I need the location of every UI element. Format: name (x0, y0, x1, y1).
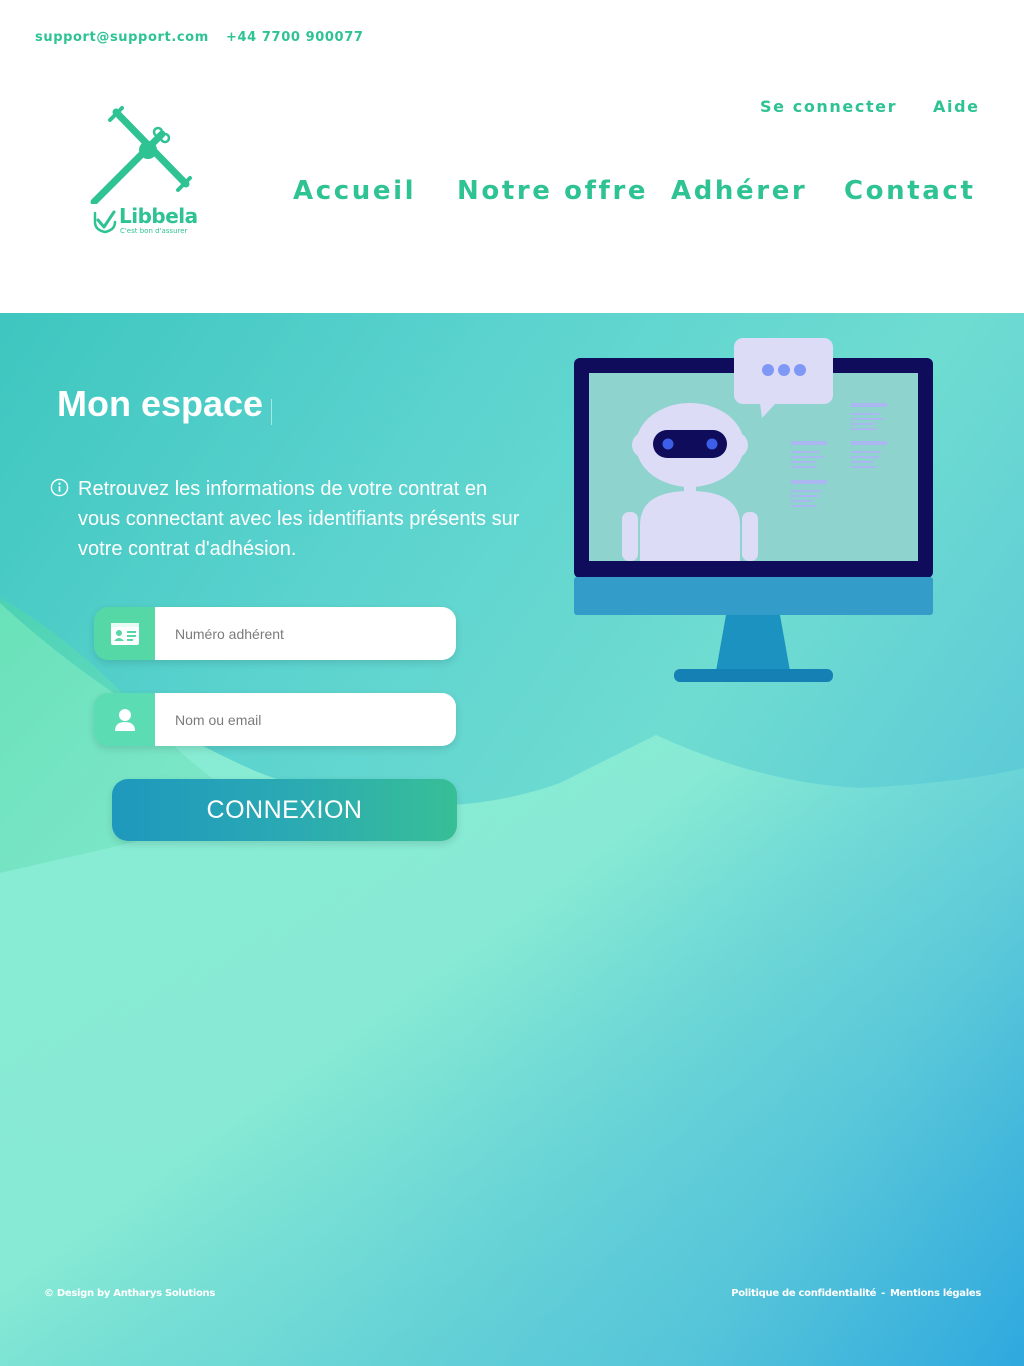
nav-item-offer[interactable]: Notre offre (457, 176, 648, 206)
brand-logo[interactable]: Libbela C'est bon d'assurer (86, 104, 198, 239)
user-icon-box (94, 693, 155, 746)
legal-notice-link[interactable]: Mentions légales (890, 1288, 981, 1299)
support-phone-link[interactable]: +44 7700 900077 (226, 30, 364, 45)
site-header: support@support.com +44 7700 900077 Libb… (0, 0, 1024, 313)
login-link[interactable]: Se connecter (760, 97, 897, 116)
name-email-input[interactable] (155, 693, 456, 746)
help-link[interactable]: Aide (933, 97, 980, 116)
member-card-icon-box (94, 607, 155, 660)
nav-item-contact[interactable]: Contact (844, 176, 975, 206)
connect-button[interactable]: CONNEXION (112, 779, 457, 841)
satellite-logo-icon (90, 106, 192, 206)
login-section: Mon espace Retrouvez les informations de… (0, 313, 1024, 1366)
footer-credit: © Design by Antharys Solutions (44, 1288, 216, 1299)
info-circle-icon (50, 478, 69, 497)
name-email-field (94, 693, 456, 746)
title-divider (271, 399, 272, 425)
brand-tagline: C'est bon d'assurer (120, 227, 188, 235)
brand-name: Libbela (119, 204, 198, 228)
user-icon (114, 708, 135, 731)
member-number-input[interactable] (155, 607, 456, 660)
footer-links: Politique de confidentialité - Mentions lé… (731, 1288, 981, 1299)
nav-item-join[interactable]: Adhérer (671, 176, 807, 206)
check-shield-icon (93, 210, 117, 234)
member-number-field (94, 607, 456, 660)
id-card-icon (110, 622, 139, 645)
nav-item-home[interactable]: Accueil (293, 176, 416, 206)
login-instructions: Retrouvez les informations de votre cont… (78, 478, 520, 560)
page-title: Mon espace (57, 383, 264, 424)
footer-separator: - (881, 1288, 886, 1299)
privacy-policy-link[interactable]: Politique de confidentialité (731, 1288, 876, 1299)
robot-monitor-illustration (574, 338, 933, 682)
support-email-link[interactable]: support@support.com (35, 30, 209, 45)
